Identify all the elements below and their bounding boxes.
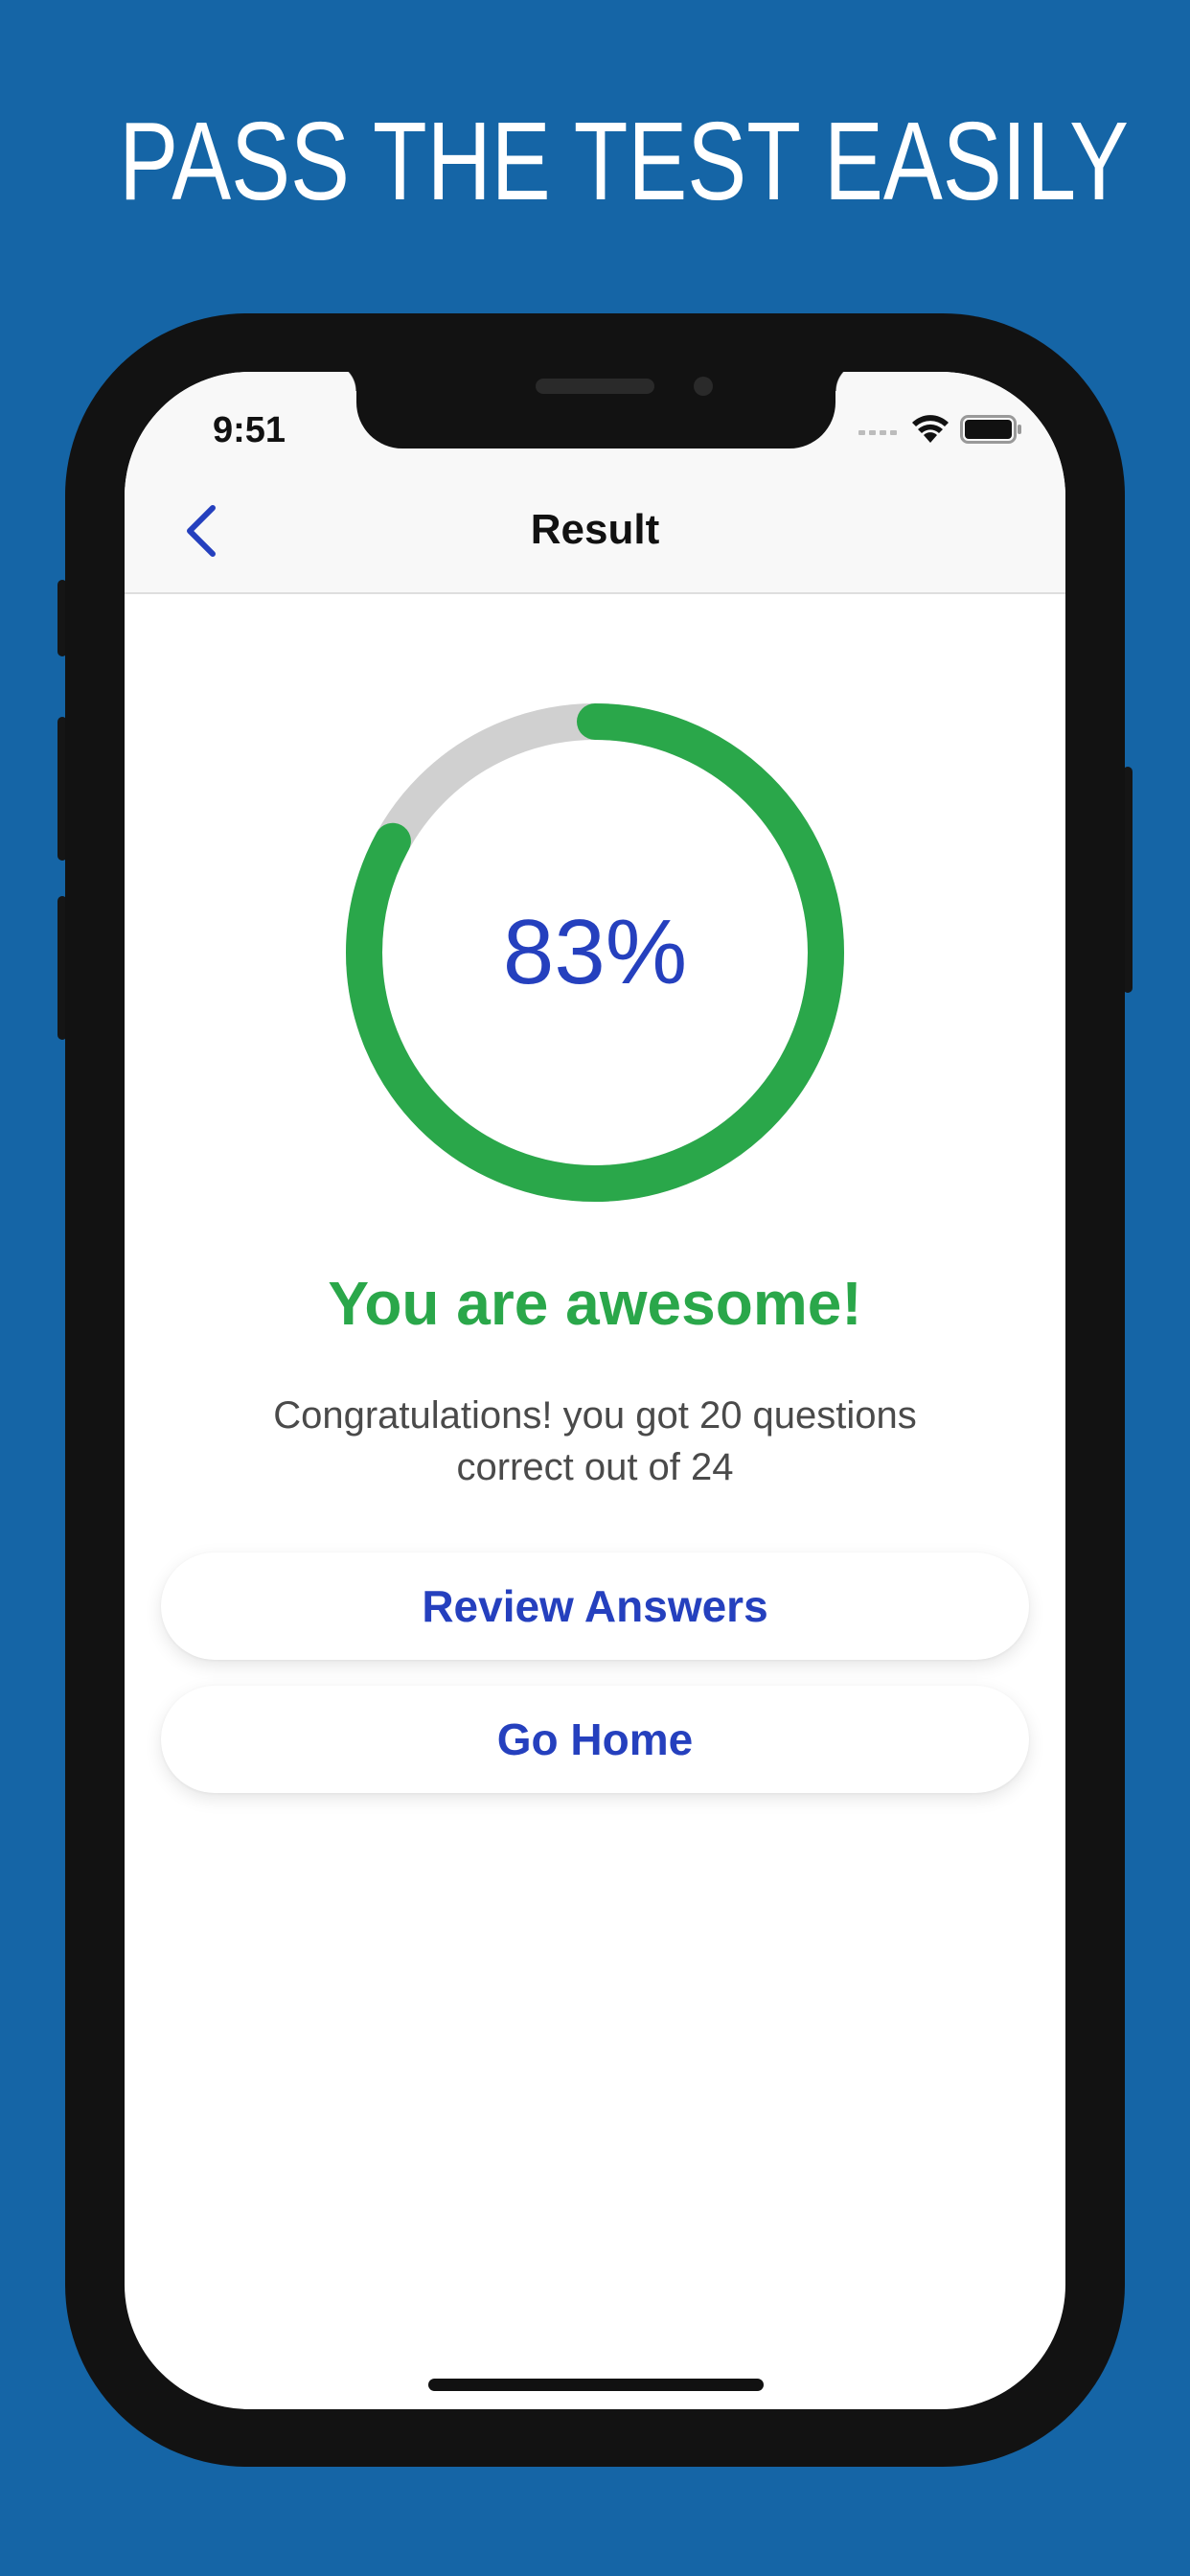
- home-indicator: [428, 2379, 764, 2391]
- status-icons: [858, 414, 1023, 448]
- go-home-button[interactable]: Go Home: [161, 1686, 1029, 1793]
- front-camera: [694, 377, 713, 396]
- phone-screen: 9:51 Result 83% You are awesome! Congrat…: [125, 372, 1065, 2409]
- device-notch: [328, 372, 864, 448]
- speaker-grille: [536, 379, 654, 394]
- result-message: You are awesome!: [328, 1269, 862, 1338]
- promo-headline: PASS THE TEST EASILY: [119, 99, 1130, 223]
- score-percent: 83%: [502, 901, 688, 1003]
- result-summary: Congratulations! you got 20 questions co…: [273, 1394, 917, 1488]
- battery-icon: [960, 414, 1023, 448]
- review-answers-button[interactable]: Review Answers: [161, 1552, 1029, 1660]
- page-title: Result: [530, 506, 660, 553]
- wifi-icon: [910, 414, 950, 449]
- signal-icon: [858, 423, 901, 440]
- status-time: 9:51: [213, 410, 286, 450]
- navigation-bar: Result: [125, 468, 1065, 594]
